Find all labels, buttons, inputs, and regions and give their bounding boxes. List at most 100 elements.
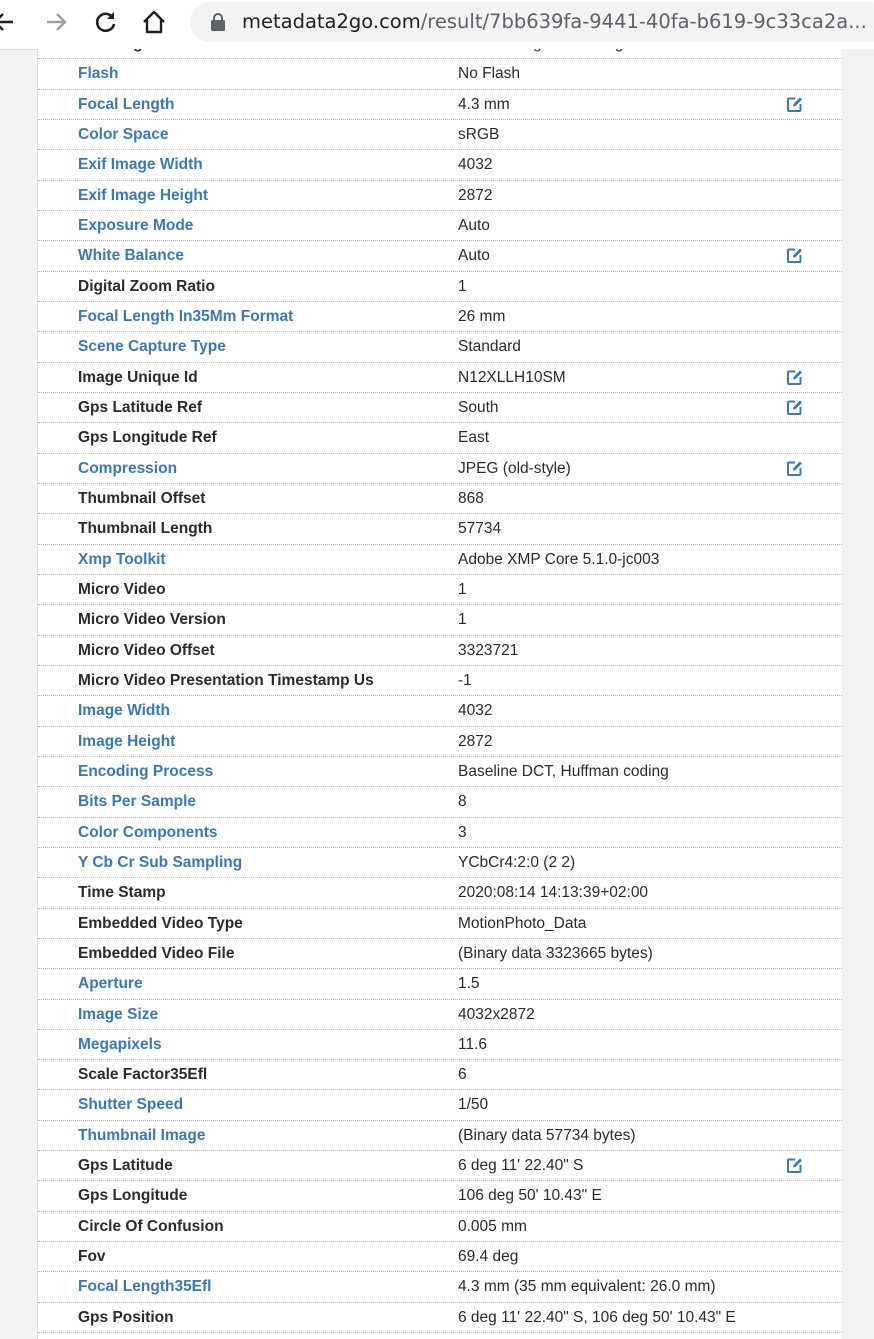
lock-icon	[211, 13, 225, 31]
field-label-link[interactable]: Encoding Process	[78, 763, 213, 781]
field-value: 2872	[458, 186, 493, 204]
table-row: Fov 69.4 deg	[38, 1242, 842, 1273]
field-label-link[interactable]: Exposure Mode	[78, 217, 193, 235]
field-label: Time Stamp	[78, 884, 166, 902]
table-row: Circle Of Confusion 0.005 mm	[38, 1212, 842, 1243]
table-row: Embedded Video Type MotionPhoto_Data	[38, 909, 842, 939]
table-row: Thumbnail Offset 868	[38, 484, 842, 515]
field-label-link[interactable]: Image Size	[78, 1006, 158, 1024]
table-row: Focal Length35Efl 4.3 mm (35 mm equivalen…	[38, 1272, 842, 1303]
field-value: South	[458, 398, 499, 416]
field-label-link[interactable]: Color Space	[78, 126, 168, 144]
home-icon	[143, 10, 165, 34]
field-label-link[interactable]: Aperture	[78, 975, 143, 993]
table-row: Metering Mode Center-weighted average	[38, 49, 842, 60]
field-label-link[interactable]: Focal Length	[78, 96, 174, 114]
table-row: Bits Per Sample 8	[38, 787, 842, 818]
table-row: Compression JPEG (old-style)	[38, 454, 842, 484]
field-label-link[interactable]: Focal Length35Efl	[78, 1278, 212, 1296]
field-label-link[interactable]: Image Width	[78, 702, 170, 720]
table-row: Micro Video Presentation Timestamp Us -1	[38, 666, 842, 697]
field-value: 4.3 mm (35 mm equivalent: 26.0 mm)	[458, 1278, 716, 1296]
field-value: No Flash	[458, 65, 521, 83]
field-value: 2872	[458, 732, 493, 750]
edit-pencil-icon[interactable]	[786, 247, 803, 264]
table-row: Flash No Flash	[38, 59, 842, 90]
field-label: Micro Video	[78, 580, 166, 598]
table-row: Time Stamp 2020:08:14 14:13:39+02:00	[38, 878, 842, 909]
metadata-panel: Metering Mode Center-weighted average Flas…	[37, 49, 843, 1339]
field-label-link[interactable]: Image Height	[78, 733, 175, 751]
metadata-table: Metering Mode Center-weighted average Flas…	[38, 49, 842, 1334]
field-value: MotionPhoto_Data	[458, 914, 587, 932]
home-button[interactable]	[138, 6, 170, 38]
field-value: (Binary data 57734 bytes)	[458, 1126, 636, 1144]
field-label-link[interactable]: Thumbnail Image	[78, 1127, 205, 1145]
field-label: Gps Position	[78, 1308, 174, 1326]
field-label: Thumbnail Offset	[78, 489, 206, 507]
field-label: Image Unique Id	[78, 368, 198, 386]
forward-arrow-icon	[47, 13, 67, 31]
table-row: Image Unique Id N12XLLH10SM	[38, 363, 842, 393]
field-label-link[interactable]: Focal Length In35Mm Format	[78, 308, 293, 326]
field-value: 6 deg 11' 22.40" S	[458, 1157, 584, 1175]
field-value: sRGB	[458, 125, 500, 143]
field-label-link[interactable]: Megapixels	[78, 1036, 162, 1054]
table-row: Gps Latitude Ref South	[38, 393, 842, 424]
field-value: 106 deg 50' 10.43" E	[458, 1187, 602, 1205]
table-row: Thumbnail Image (Binary data 57734 bytes)	[38, 1121, 842, 1152]
field-label-link[interactable]: Shutter Speed	[78, 1096, 183, 1114]
table-row: Focal Length In35Mm Format 26 mm	[38, 302, 842, 333]
field-label-link[interactable]: Compression	[78, 460, 177, 478]
field-value: Standard	[458, 338, 521, 356]
edit-pencil-icon[interactable]	[786, 96, 803, 113]
field-label-link[interactable]: Flash	[78, 65, 118, 83]
table-row: Exif Image Width 4032	[38, 150, 842, 181]
table-row: Micro Video Offset 3323721	[38, 636, 842, 666]
field-value: 1	[458, 580, 467, 598]
field-value: 0.005 mm	[458, 1217, 527, 1235]
edit-pencil-icon[interactable]	[786, 369, 803, 386]
reload-button[interactable]	[90, 6, 122, 38]
table-row: Xmp Toolkit Adobe XMP Core 5.1.0-jc003	[38, 545, 842, 575]
field-label: Gps Latitude	[78, 1157, 173, 1175]
field-label-link[interactable]: Scene Capture Type	[78, 338, 226, 356]
field-label: Micro Video Version	[78, 611, 226, 629]
field-value: 57734	[458, 520, 502, 538]
table-row: Gps Latitude 6 deg 11' 22.40" S	[38, 1151, 842, 1182]
field-value: 4.3 mm	[458, 95, 510, 113]
edit-pencil-icon[interactable]	[786, 399, 803, 416]
address-bar[interactable]: metadata2go.com/result/7bb639fa-9441-40f…	[190, 2, 874, 42]
edit-pencil-icon[interactable]	[786, 1157, 803, 1174]
field-value: 6	[458, 1066, 467, 1084]
url-text[interactable]: metadata2go.com/result/7bb639fa-9441-40f…	[242, 10, 867, 33]
field-value: 868	[458, 489, 484, 507]
back-button[interactable]	[0, 6, 20, 38]
edit-pencil-icon[interactable]	[786, 460, 803, 477]
field-label-link[interactable]: Exif Image Height	[78, 187, 208, 205]
back-arrow-icon	[0, 13, 13, 31]
browser-toolbar: metadata2go.com/result/7bb639fa-9441-40f…	[0, 0, 874, 44]
field-label: Gps Longitude	[78, 1187, 188, 1205]
field-value: 26 mm	[458, 307, 506, 325]
table-row: Gps Position 6 deg 11' 22.40" S, 106 deg …	[38, 1303, 842, 1334]
field-label-link[interactable]: Exif Image Width	[78, 156, 203, 174]
table-row: Focal Length 4.3 mm	[38, 90, 842, 120]
field-label-link[interactable]: Y Cb Cr Sub Sampling	[78, 854, 242, 872]
page-gutter	[842, 49, 874, 1339]
field-label-link[interactable]: Bits Per Sample	[78, 793, 196, 811]
url-path: /result/7bb639fa-9441-40fa-b619-9c33ca2a…	[420, 10, 867, 33]
field-value: 4032	[458, 156, 493, 174]
field-value: East	[458, 429, 490, 447]
field-value: 8	[458, 793, 467, 811]
field-label: Digital Zoom Ratio	[78, 277, 215, 295]
table-row: Shutter Speed 1/50	[38, 1090, 842, 1121]
field-label: Gps Longitude Ref	[78, 429, 217, 447]
field-label: Circle Of Confusion	[78, 1217, 224, 1235]
field-label-link[interactable]: Xmp Toolkit	[78, 551, 166, 569]
field-value: Adobe XMP Core 5.1.0-jc003	[458, 550, 660, 568]
field-label-link[interactable]: White Balance	[78, 247, 184, 265]
forward-button[interactable]	[40, 6, 72, 38]
url-host: metadata2go.com	[242, 10, 421, 33]
field-label-link[interactable]: Color Components	[78, 824, 218, 842]
